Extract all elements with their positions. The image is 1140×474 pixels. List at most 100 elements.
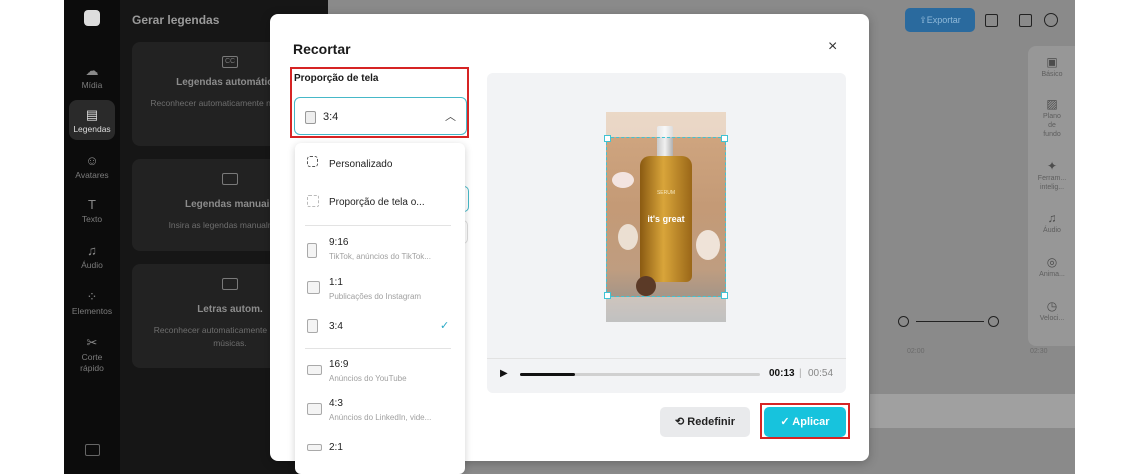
animation-icon: ◎ [1046, 255, 1058, 269]
settings-icon[interactable] [1044, 13, 1058, 27]
text-icon: T [88, 197, 96, 212]
export-button[interactable]: ⇪Exportar [905, 8, 975, 32]
scissors-icon: ✂ [86, 335, 98, 350]
option-label: 4:3 [329, 398, 343, 409]
close-icon[interactable]: × [828, 38, 837, 56]
progress-track[interactable] [520, 373, 760, 376]
aspect-ratio-label: Proporção de tela [294, 73, 379, 84]
option-description: Anúncios do YouTube [329, 374, 407, 383]
keyboard-icon [222, 173, 238, 185]
captions-icon: ▤ [85, 107, 99, 122]
lyrics-scan-icon [222, 278, 238, 290]
option-original[interactable]: Proporção de tela o... [295, 193, 465, 213]
avatar-icon: ☺ [85, 153, 99, 168]
zoom-slider[interactable] [916, 321, 984, 322]
rp-speed[interactable]: ◷ Veloci... [1028, 299, 1075, 323]
option-description: Publicações do Instagram [329, 292, 422, 301]
apply-button[interactable]: ✓ Aplicar [764, 407, 846, 437]
crop-handle[interactable] [721, 292, 728, 299]
ratio-dropdown: Personalizado Proporção de tela o... 9:1… [295, 143, 465, 474]
ratio-icon [307, 403, 322, 415]
option-description: TikTok, anúncios do TikTok... [329, 252, 431, 261]
zoom-out-icon[interactable] [898, 316, 909, 327]
nav-item-captions[interactable]: ▤ Legendas [69, 100, 115, 140]
option-16-9[interactable]: 16:9 Anúncios do YouTube [295, 357, 465, 389]
total-time: 00:54 [808, 368, 834, 379]
divider [305, 348, 451, 349]
reset-icon: ⟲ [675, 416, 688, 428]
ratio-icon [305, 111, 316, 124]
option-4-3[interactable]: 4:3 Anúncios do LinkedIn, vide... [295, 396, 465, 428]
elements-icon: ⁘ [86, 289, 98, 304]
rp-background[interactable]: ▨ Plano de fundo [1028, 97, 1075, 139]
divider [305, 225, 451, 226]
selected-ratio: 3:4 [323, 111, 339, 123]
music-note-icon: ♫ [1047, 211, 1057, 225]
original-ratio-icon [307, 195, 319, 207]
option-label: 16:9 [329, 359, 349, 370]
ratio-icon [307, 444, 322, 451]
film-icon: ▣ [1046, 55, 1058, 69]
checkmark-icon: ✓ [440, 320, 450, 332]
layout-icon[interactable] [985, 14, 998, 27]
nav-item-audio[interactable]: ♫ Áudio [64, 243, 120, 271]
current-time: 00:13 [769, 368, 795, 379]
option-description: Anúncios do LinkedIn, vide... [329, 413, 432, 422]
panels-icon[interactable] [1019, 14, 1032, 27]
zoom-in-icon[interactable] [988, 316, 999, 327]
rp-animation[interactable]: ◎ Anima... [1028, 255, 1075, 279]
aspect-ratio-select[interactable]: 3:4 ︿ [294, 97, 467, 135]
crop-handle[interactable] [721, 135, 728, 142]
ratio-icon [307, 243, 317, 258]
crop-frame[interactable] [604, 135, 728, 299]
export-icon: ⇪ [919, 15, 927, 25]
option-label: 2:1 [329, 442, 343, 453]
tick-label: 02:30 [1030, 348, 1048, 355]
magic-wand-icon: ✦ [1046, 159, 1058, 173]
reset-button[interactable]: ⟲ Redefinir [660, 407, 750, 437]
rp-basic[interactable]: ▣ Básico [1028, 55, 1075, 79]
option-label: Proporção de tela o... [329, 197, 425, 208]
ratio-icon [307, 319, 318, 333]
option-custom[interactable]: Personalizado [295, 155, 465, 175]
crop-mask-bottom [606, 297, 726, 322]
crop-mask-top [606, 112, 726, 137]
custom-crop-icon [307, 156, 318, 167]
cc-icon: CC [222, 56, 238, 68]
ratio-icon [307, 365, 322, 375]
speed-icon: ◷ [1046, 299, 1058, 313]
ratio-icon [307, 281, 320, 294]
time-separator: | [799, 368, 802, 379]
chevron-up-icon: ︿ [445, 111, 456, 123]
nav-item-quick-cut[interactable]: ✂ Corte rápido [64, 336, 120, 374]
option-label: Personalizado [329, 159, 393, 170]
rp-audio[interactable]: ♫ Áudio [1028, 211, 1075, 235]
option-9-16[interactable]: 9:16 TikTok, anúncios do TikTok... [295, 235, 465, 267]
option-3-4[interactable]: 3:4 ✓ [295, 317, 465, 339]
panel-title: Gerar legendas [132, 13, 220, 27]
option-label: 9:16 [329, 237, 349, 248]
check-icon: ✓ [780, 416, 793, 428]
left-navigation: ☁ Mídia ▤ Legendas ☺ Avatares T Texto ♫ Áudio… [64, 0, 120, 474]
cloud-upload-icon: ☁ [85, 63, 99, 78]
play-icon[interactable]: ▶ [500, 368, 508, 379]
option-label: 3:4 [329, 321, 343, 332]
rp-smart-tools[interactable]: ✦ Ferram... intelig... [1028, 159, 1075, 192]
crop-handle[interactable] [604, 135, 611, 142]
nav-item-avatars[interactable]: ☺ Avatares [64, 153, 120, 181]
app-logo [84, 10, 100, 26]
timeline-track [870, 394, 1075, 428]
nav-item-elements[interactable]: ⁘ Elementos [64, 289, 120, 317]
tick-label: 02:00 [907, 348, 925, 355]
background-icon: ▨ [1046, 97, 1058, 111]
nav-item-media[interactable]: ☁ Mídia [64, 63, 120, 91]
nav-item-text[interactable]: T Texto [64, 197, 120, 225]
keyboard-shortcuts-icon[interactable] [85, 444, 100, 456]
progress-fill [520, 373, 576, 376]
option-1-1[interactable]: 1:1 Publicações do Instagram [295, 275, 465, 307]
modal-title: Recortar [293, 41, 351, 57]
option-label: 1:1 [329, 277, 343, 288]
option-2-1[interactable]: 2:1 [295, 440, 465, 462]
music-note-icon: ♫ [87, 243, 97, 258]
crop-handle[interactable] [604, 292, 611, 299]
